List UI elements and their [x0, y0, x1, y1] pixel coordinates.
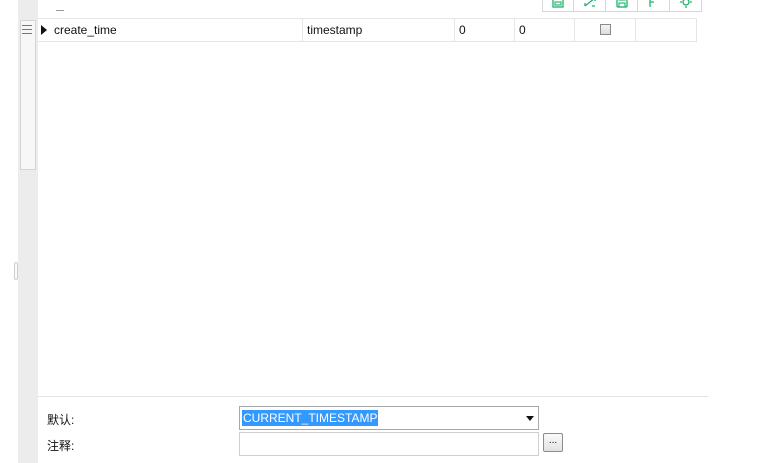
row-menu-icon[interactable]	[22, 22, 32, 36]
previous-row-fragment	[56, 10, 64, 11]
field-type-cell[interactable]: timestamp	[303, 19, 455, 41]
chevron-down-icon[interactable]	[526, 416, 534, 421]
panel-divider	[38, 396, 708, 397]
default-value-text: CURRENT_TIMESTAMP	[242, 410, 379, 426]
not-null-cell	[575, 19, 636, 41]
vertical-scrollbar[interactable]	[20, 20, 36, 170]
settings-icon	[679, 0, 692, 8]
save-disk-icon	[615, 0, 628, 8]
settings-button[interactable]	[670, 0, 702, 12]
save-disk-button[interactable]	[606, 0, 638, 12]
field-length-cell[interactable]: 0	[455, 19, 515, 41]
expand-button[interactable]	[574, 0, 606, 12]
toolbar	[542, 0, 702, 12]
export-icon	[648, 0, 654, 7]
export-button[interactable]	[638, 0, 670, 12]
default-value-select[interactable]: CURRENT_TIMESTAMP	[239, 406, 539, 430]
default-label: 默认:	[47, 413, 75, 427]
save-button[interactable]	[542, 0, 574, 12]
field-decimals-cell[interactable]: 0	[515, 19, 575, 41]
splitter-handle[interactable]	[14, 262, 18, 280]
field-name-cell[interactable]: create_time	[50, 19, 303, 41]
current-row-arrow-icon	[41, 25, 47, 35]
comment-field[interactable]	[239, 432, 539, 456]
comment-edit-button[interactable]: ...	[543, 433, 563, 452]
not-null-checkbox[interactable]	[599, 24, 611, 36]
comment-label: 注释:	[47, 439, 75, 453]
key-cell[interactable]	[636, 19, 697, 41]
table-row[interactable]: create_time timestamp 0 0	[38, 18, 697, 42]
save-icon	[552, 0, 564, 8]
row-indicator	[38, 19, 50, 41]
fields-grid: create_time timestamp 0 0	[38, 18, 697, 42]
expand-icon	[583, 0, 596, 7]
